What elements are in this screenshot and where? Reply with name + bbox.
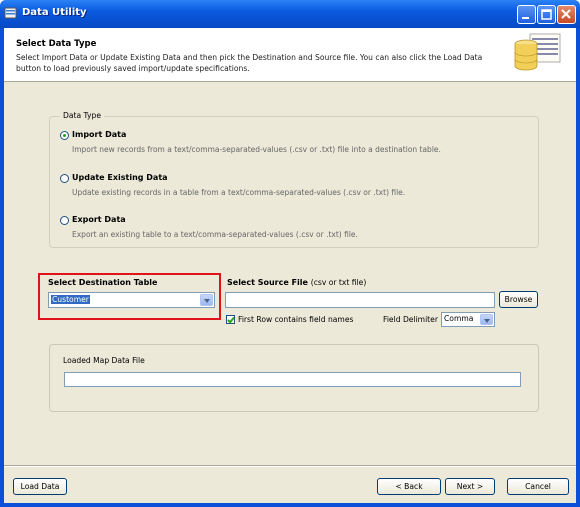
first-row-label: First Row contains field names [238,315,354,324]
browse-button[interactable]: Browse [499,291,538,308]
load-data-button[interactable]: Load Data [13,478,67,495]
import-data-label: Import Data [72,130,127,139]
chevron-down-icon[interactable] [200,294,213,306]
update-data-radio[interactable] [60,174,69,183]
back-button[interactable]: < Back [377,478,441,495]
update-data-label: Update Existing Data [72,173,168,182]
maximize-button[interactable] [537,5,556,24]
export-data-radio[interactable] [60,216,69,225]
minimize-icon [522,17,529,19]
field-delimiter-label: Field Delimiter [383,315,438,324]
source-file-input[interactable] [225,292,495,308]
title-bar[interactable]: Data Utility [0,0,580,28]
chevron-down-icon[interactable] [480,314,493,325]
source-file-hint: (csv or txt file) [310,278,367,287]
dialog-body: Select Data Type Select Import Data or U… [4,28,576,503]
export-data-description: Export an existing table to a text/comma… [72,230,358,239]
field-delimiter-select[interactable]: Comma [441,312,495,327]
field-delimiter-value: Comma [444,314,474,323]
destination-table-value: Customer [51,295,90,304]
destination-label: Select Destination Table [48,278,158,287]
map-file-group: Loaded Map Data File [49,344,539,412]
maximize-icon [541,9,552,20]
page-title: Select Data Type [16,39,97,49]
import-data-radio[interactable] [60,131,69,140]
footer-separator [4,465,576,467]
map-file-input[interactable] [64,372,521,387]
map-file-label: Loaded Map Data File [63,356,145,365]
next-button[interactable]: Next > [445,478,495,495]
app-icon [4,7,17,19]
destination-table-select[interactable]: Customer [48,292,215,308]
export-data-label: Export Data [72,215,126,224]
first-row-checkbox[interactable] [226,315,235,324]
minimize-button[interactable] [517,5,536,24]
import-data-description: Import new records from a text/comma-sep… [72,145,441,154]
close-icon [561,9,571,19]
wizard-header: Select Data Type Select Import Data or U… [4,28,576,82]
source-file-label: Select Source File (csv or txt file) [227,278,366,287]
close-button[interactable] [557,5,576,24]
data-type-group: Data Type Import Data Import new records… [49,111,539,248]
source-file-label-text: Select Source File [227,278,308,287]
window-title: Data Utility [22,7,87,18]
database-icon [514,33,561,71]
update-data-description: Update existing records in a table from … [72,188,406,197]
data-type-legend: Data Type [60,111,104,120]
cancel-button[interactable]: Cancel [507,478,569,495]
data-utility-window: Data Utility Select Data Type Select Imp… [0,0,580,507]
page-description: Select Import Data or Update Existing Da… [16,53,483,73]
